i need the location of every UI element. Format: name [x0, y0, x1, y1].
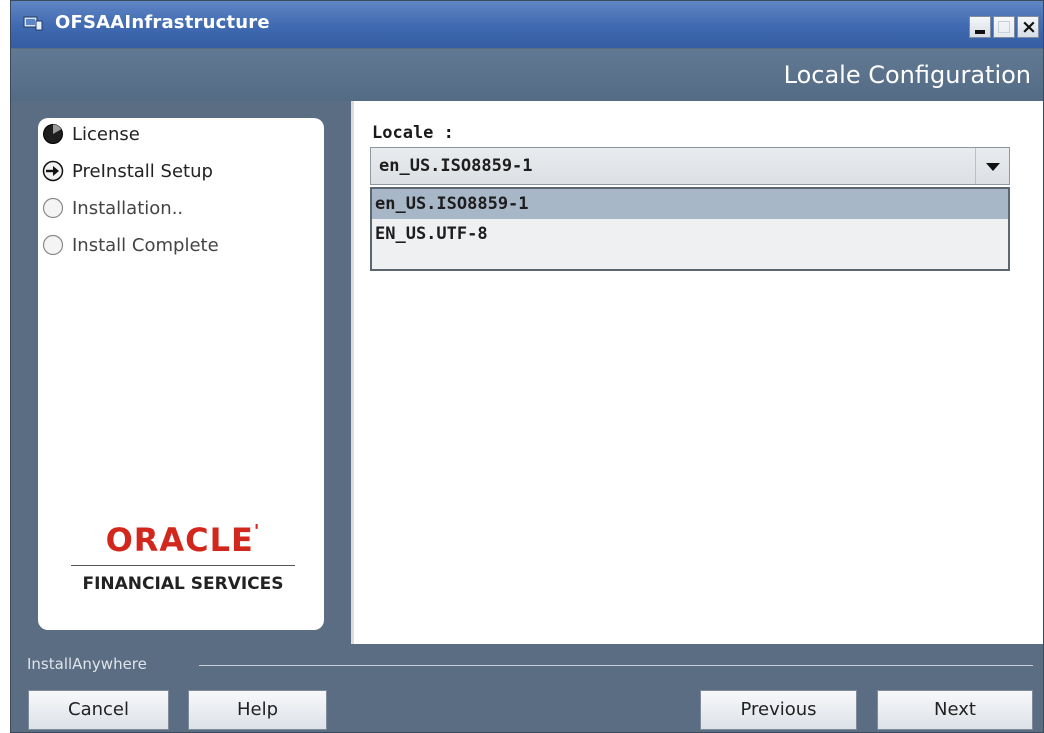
- step-label: Installation..: [72, 197, 184, 219]
- close-button[interactable]: ×: [1017, 16, 1039, 38]
- installer-brand-label: InstallAnywhere: [27, 655, 147, 673]
- maximize-button[interactable]: [993, 16, 1015, 38]
- step-pending-icon: [42, 197, 64, 219]
- page-title: Locale Configuration: [783, 61, 1031, 89]
- step-label: PreInstall Setup: [72, 160, 213, 182]
- step-label: Install Complete: [72, 234, 219, 256]
- main-panel: Locale : en_US.ISO8859-1 en_US.ISO8859-1…: [351, 101, 1043, 644]
- next-button[interactable]: Next: [877, 690, 1033, 730]
- step-pending-icon: [42, 234, 64, 256]
- step-complete-icon: [43, 124, 63, 144]
- oracle-logo: ORACLE' FINANCIAL SERVICES: [68, 521, 298, 594]
- step-label: License: [72, 123, 140, 145]
- cancel-button[interactable]: Cancel: [28, 690, 169, 730]
- locale-selected-value: en_US.ISO8859-1: [379, 156, 533, 176]
- title-bar[interactable]: OFSAAInfrastructure ×: [11, 1, 1043, 48]
- financial-services-tagline: FINANCIAL SERVICES: [82, 574, 284, 594]
- app-icon: [23, 16, 43, 31]
- previous-button[interactable]: Previous: [700, 690, 857, 730]
- step-license: License: [42, 122, 140, 146]
- chevron-down-icon: [986, 163, 1000, 171]
- footer-divider: [199, 665, 1033, 666]
- step-preinstall-setup: PreInstall Setup: [42, 159, 213, 183]
- oracle-wordmark: ORACLE': [105, 521, 261, 559]
- steps-panel: License PreInstall Setup Installation.. …: [38, 118, 324, 630]
- logo-divider: [71, 565, 295, 566]
- minimize-icon: [975, 30, 985, 34]
- step-current-arrow-icon: [42, 160, 64, 182]
- help-button[interactable]: Help: [188, 690, 327, 730]
- locale-label: Locale :: [372, 123, 454, 143]
- minimize-button[interactable]: [969, 16, 991, 38]
- locale-dropdown-list: en_US.ISO8859-1 EN_US.UTF-8: [370, 187, 1010, 271]
- locale-option-utf8[interactable]: EN_US.UTF-8: [372, 219, 1008, 249]
- step-installation: Installation..: [42, 196, 183, 220]
- step-install-complete: Install Complete: [42, 233, 219, 257]
- dropdown-toggle[interactable]: [975, 148, 1009, 184]
- window-title: OFSAAInfrastructure: [55, 12, 270, 33]
- installer-window: OFSAAInfrastructure × Locale Configurati…: [10, 0, 1044, 733]
- close-icon: ×: [1021, 16, 1037, 38]
- maximize-icon: [998, 21, 1010, 33]
- locale-select[interactable]: en_US.ISO8859-1: [370, 147, 1010, 185]
- locale-option-iso8859[interactable]: en_US.ISO8859-1: [372, 189, 1008, 219]
- header-band: Locale Configuration: [11, 49, 1043, 101]
